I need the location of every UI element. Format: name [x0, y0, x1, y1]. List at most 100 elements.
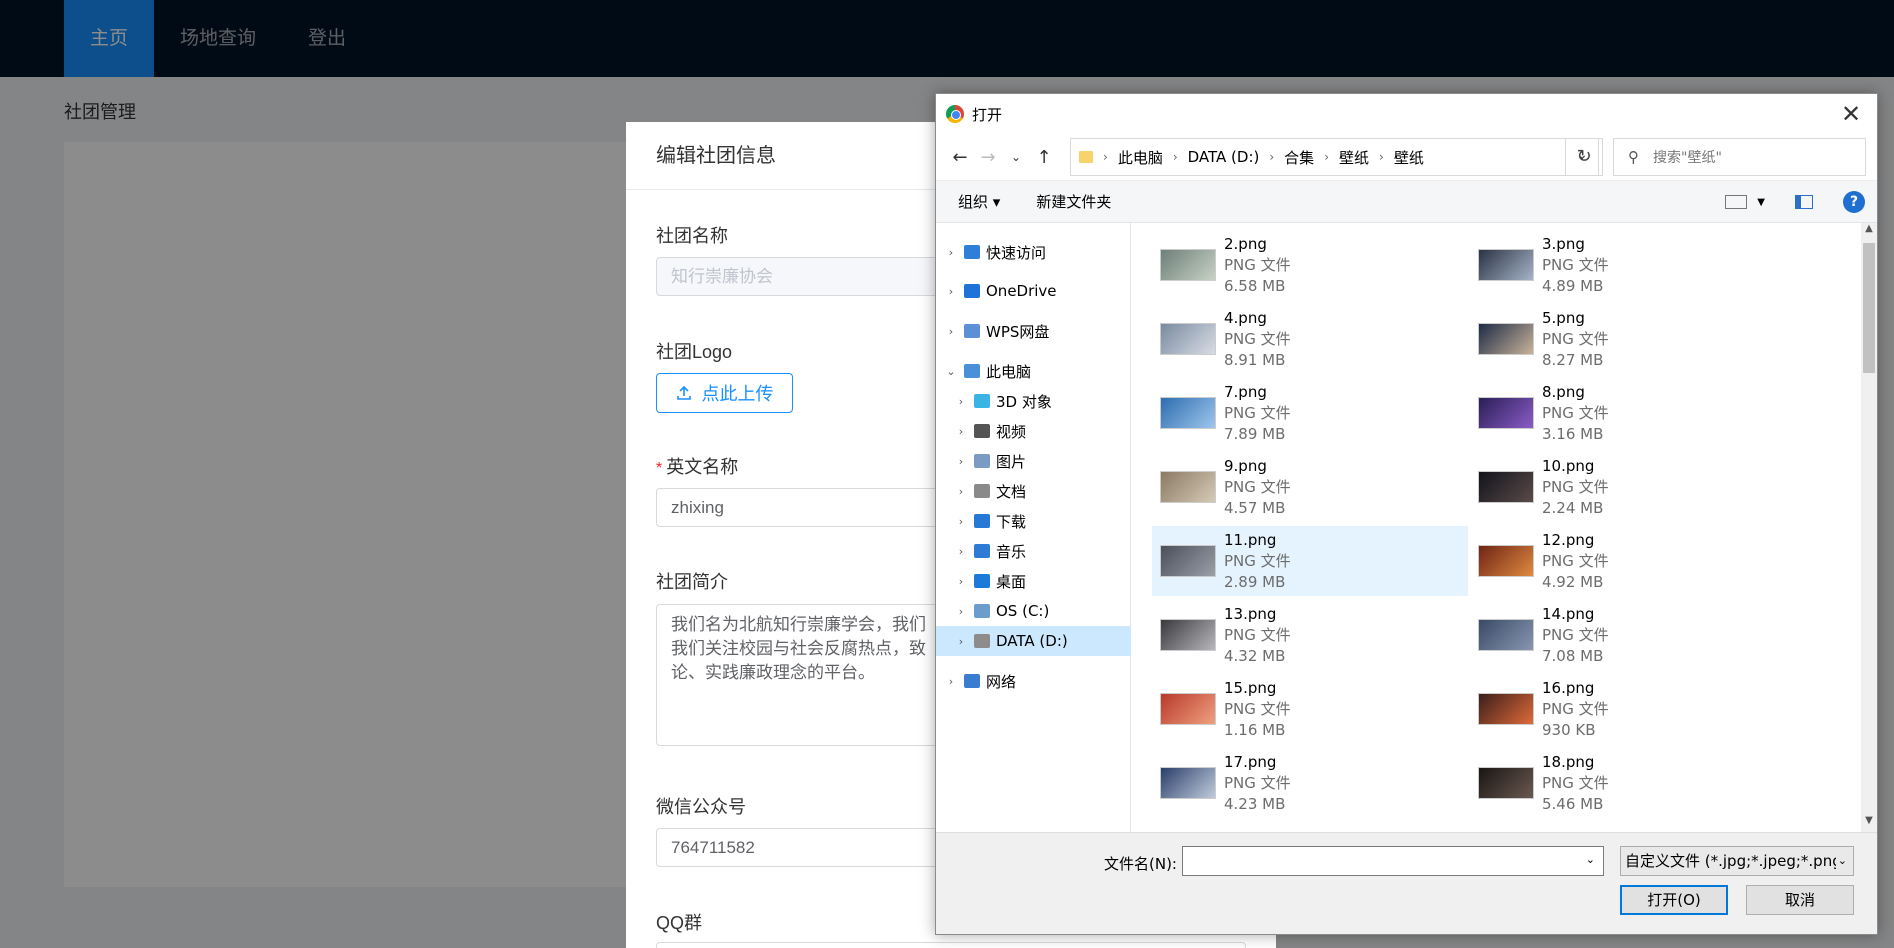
chevron-right-icon[interactable]: ›	[944, 246, 958, 259]
file-meta: 8.png PNG 文件 3.16 MB	[1542, 382, 1609, 445]
filename-label: 文件名(N):	[1104, 855, 1177, 873]
film-icon	[974, 424, 990, 438]
file-item[interactable]: 4.png PNG 文件 8.91 MB	[1152, 304, 1468, 374]
scroll-down-icon[interactable]: ▼	[1861, 815, 1877, 833]
file-item[interactable]: 17.png PNG 文件 4.23 MB	[1152, 748, 1468, 818]
back-arrow-icon[interactable]: ←	[946, 147, 974, 168]
file-name: 7.png	[1224, 382, 1267, 401]
address-segment[interactable]: DATA (D:)	[1188, 148, 1260, 166]
file-type: PNG 文件	[1224, 403, 1291, 422]
file-item[interactable]: 14.png PNG 文件 7.08 MB	[1470, 600, 1786, 670]
tree-item[interactable]: › 下载	[936, 506, 1131, 536]
chevron-down-icon[interactable]: ▼	[1757, 197, 1765, 208]
file-meta: 11.png PNG 文件 2.89 MB	[1224, 530, 1291, 593]
file-type: PNG 文件	[1542, 403, 1609, 422]
tree-item[interactable]: › 音乐	[936, 536, 1131, 566]
view-options-icon[interactable]	[1725, 195, 1748, 209]
tree-item[interactable]: › 图片	[936, 446, 1131, 476]
file-item[interactable]: 13.png PNG 文件 4.32 MB	[1152, 600, 1468, 670]
tree-item[interactable]: › 网络	[936, 666, 1131, 696]
dialog-body: › 快速访问 › OneDrive › WPS网盘 ⌄ 此电脑 › 3D 对象 › 视频 › 图片 › 文档 ›…	[936, 222, 1877, 833]
file-item[interactable]: 8.png PNG 文件 3.16 MB	[1470, 378, 1786, 448]
tree-item[interactable]: › 桌面	[936, 566, 1131, 596]
address-segment[interactable]: 壁纸	[1339, 147, 1369, 168]
club-name-label: 社团名称	[656, 226, 728, 246]
chevron-right-icon[interactable]: ›	[954, 545, 968, 558]
chevron-right-icon[interactable]: ›	[954, 635, 968, 648]
tree-item[interactable]: › 文档	[936, 476, 1131, 506]
chevron-down-icon[interactable]: ⌄	[1586, 853, 1595, 866]
file-item[interactable]: 11.png PNG 文件 2.89 MB	[1152, 526, 1468, 596]
tree-item[interactable]: › OneDrive	[936, 276, 1131, 306]
file-item[interactable]: 10.png PNG 文件 2.24 MB	[1470, 452, 1786, 522]
file-item[interactable]: 9.png PNG 文件 4.57 MB	[1152, 452, 1468, 522]
file-item[interactable]: 16.png PNG 文件 930 KB	[1470, 674, 1786, 744]
filename-input[interactable]: ⌄	[1182, 846, 1604, 876]
file-size: 7.08 MB	[1542, 646, 1604, 665]
picture-icon	[974, 454, 990, 468]
up-arrow-icon[interactable]: ↑	[1030, 147, 1058, 168]
open-button[interactable]: 打开(O)	[1620, 885, 1728, 915]
chevron-right-icon[interactable]: ›	[954, 425, 968, 438]
file-item[interactable]: 3.png PNG 文件 4.89 MB	[1470, 230, 1786, 300]
new-folder-button[interactable]: 新建文件夹	[1036, 191, 1111, 212]
chevron-right-icon[interactable]: ›	[954, 575, 968, 588]
chevron-right-icon[interactable]: ›	[954, 515, 968, 528]
chevron-down-icon[interactable]: ⌄	[944, 365, 958, 378]
upload-button[interactable]: 点此上传	[656, 373, 793, 413]
tree-item-label: OneDrive	[986, 282, 1057, 300]
file-item[interactable]: 7.png PNG 文件 7.89 MB	[1152, 378, 1468, 448]
file-item[interactable]: 15.png PNG 文件 1.16 MB	[1152, 674, 1468, 744]
file-type: PNG 文件	[1542, 773, 1609, 792]
tree-item[interactable]: › 视频	[936, 416, 1131, 446]
file-type: PNG 文件	[1542, 477, 1609, 496]
file-item[interactable]: 2.png PNG 文件 6.58 MB	[1152, 230, 1468, 300]
address-segment[interactable]: 合集	[1284, 147, 1314, 168]
close-icon[interactable]: ✕	[1837, 100, 1865, 128]
refresh-icon[interactable]: ↻	[1565, 138, 1603, 176]
chevron-right-icon[interactable]: ›	[954, 395, 968, 408]
file-item[interactable]: 18.png PNG 文件 5.46 MB	[1470, 748, 1786, 818]
qq-group-label: QQ群	[656, 913, 703, 933]
tree-item[interactable]: › 快速访问	[936, 237, 1131, 267]
help-icon[interactable]: ?	[1843, 191, 1865, 213]
scroll-thumb[interactable]	[1863, 243, 1875, 373]
tree-item[interactable]: › 3D 对象	[936, 386, 1131, 416]
tree-item-label: 视频	[996, 422, 1027, 441]
tree-item[interactable]: › DATA (D:)	[936, 626, 1131, 656]
address-segment[interactable]: 壁纸	[1394, 147, 1424, 168]
filetype-select[interactable]: 自定义文件 (*.jpg;*.jpeg;*.png ⌄	[1620, 846, 1854, 876]
preview-pane-icon[interactable]	[1795, 195, 1813, 209]
tree-item-label: 图片	[996, 452, 1027, 471]
image-thumbnail-icon	[1160, 693, 1216, 725]
cloud-icon	[964, 284, 980, 298]
recent-locations-chevron-icon[interactable]: ⌄	[1002, 150, 1030, 164]
address-segment[interactable]: 此电脑	[1118, 147, 1163, 168]
cancel-button[interactable]: 取消	[1746, 885, 1854, 915]
vertical-scrollbar[interactable]: ▲ ▼	[1861, 223, 1877, 833]
qq-group-input[interactable]	[656, 942, 1246, 948]
organize-button[interactable]: 组织 ▾	[958, 191, 1000, 212]
chevron-right-icon[interactable]: ›	[954, 455, 968, 468]
file-type: PNG 文件	[1542, 255, 1609, 274]
chevron-right-icon[interactable]: ›	[944, 285, 958, 298]
chevron-right-icon[interactable]: ›	[954, 485, 968, 498]
tree-item[interactable]: › WPS网盘	[936, 316, 1131, 346]
tree-item[interactable]: ⌄ 此电脑	[936, 356, 1131, 386]
chevron-right-icon[interactable]: ›	[954, 605, 968, 618]
tree-item-label: WPS网盘	[986, 322, 1050, 341]
file-item[interactable]: 12.png PNG 文件 4.92 MB	[1470, 526, 1786, 596]
scroll-up-icon[interactable]: ▲	[1861, 223, 1877, 241]
cube-icon	[974, 394, 990, 408]
file-item[interactable]: 5.png PNG 文件 8.27 MB	[1470, 304, 1786, 374]
address-bar[interactable]: › 此电脑 › DATA (D:) › 合集 › 壁纸 › 壁纸 ⌄	[1070, 138, 1599, 176]
chevron-right-icon[interactable]: ›	[944, 325, 958, 338]
forward-arrow-icon[interactable]: →	[974, 147, 1002, 168]
file-size: 4.89 MB	[1542, 276, 1604, 295]
file-meta: 17.png PNG 文件 4.23 MB	[1224, 752, 1291, 815]
image-thumbnail-icon	[1478, 693, 1534, 725]
chevron-right-icon[interactable]: ›	[944, 675, 958, 688]
tree-item[interactable]: › OS (C:)	[936, 596, 1131, 626]
file-type: PNG 文件	[1224, 773, 1291, 792]
search-input[interactable]: ⚲ 搜索"壁纸"	[1613, 138, 1866, 176]
